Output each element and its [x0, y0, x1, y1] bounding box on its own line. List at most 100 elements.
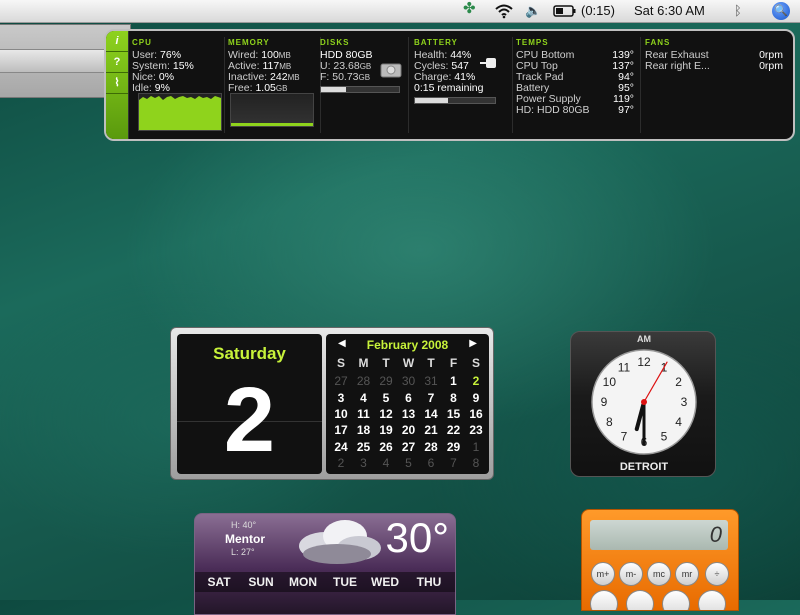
calendar-day: 2 [472, 374, 480, 389]
calendar-day: 30 [401, 374, 416, 389]
calendar-day: 21 [424, 423, 438, 438]
calculator-display: 0 [590, 520, 728, 550]
calendar-day: 6 [427, 455, 435, 470]
clock-center [641, 399, 647, 405]
wifi-icon[interactable] [494, 3, 514, 19]
battery-section: BATTERY Health: 44% Cycles: 547 Charge: … [414, 37, 513, 133]
istat-widget[interactable]: i ? ⌇ CPU User: 76% System: 15% Nice: 0%… [104, 29, 795, 141]
day-panel[interactable]: Saturday 2 [177, 334, 322, 474]
weekday-header: T [427, 356, 435, 370]
help-button[interactable]: ? [106, 52, 128, 73]
calendar-day: 4 [360, 390, 367, 405]
calendar-day: 13 [401, 406, 416, 421]
month-title: February 2008 [366, 338, 449, 352]
memory-clear-button[interactable]: mc [647, 562, 671, 586]
cloud-icon [299, 520, 381, 564]
low-temp: L: 27° [231, 547, 255, 557]
leaf-icon[interactable]: ✤ [463, 1, 476, 17]
calc-key[interactable] [626, 590, 654, 610]
calendar-day: 11 [357, 406, 370, 421]
calendar-day: 1 [450, 374, 457, 389]
memory-add-button[interactable]: m+ [591, 562, 615, 586]
disk-usage-bar [320, 86, 400, 93]
calendar-day: 15 [446, 406, 461, 421]
temps-section: TEMPS CPU Bottom 139° CPU Top 137° Track P… [516, 37, 641, 133]
calculator-widget[interactable]: 0 m+ m- mc mr ÷ [581, 509, 739, 611]
next-month-icon[interactable]: ▶ [469, 338, 477, 349]
disks-section: DISKS HDD 80GB U: 23.68GB F: 50.73GB [320, 37, 409, 133]
calendar-day: 28 [356, 374, 371, 389]
hard-drive-icon [380, 63, 402, 78]
weekday-header: W [402, 356, 415, 370]
temp-row: HD: HDD 80GB 97° [516, 104, 634, 116]
clock-numeral: 4 [675, 415, 682, 429]
clock-widget[interactable]: AM 121234567891011 DETROIT [570, 331, 716, 477]
clock-numeral: 5 [661, 430, 668, 444]
forecast-day: WED [371, 575, 399, 589]
calendar-day: 4 [382, 455, 390, 470]
calendar-day: 28 [424, 439, 438, 454]
clock-numeral: 11 [618, 360, 631, 374]
clock-numeral: 9 [601, 395, 608, 409]
calc-key[interactable] [590, 590, 618, 610]
calendar-day: 7 [450, 455, 457, 470]
clock-face: 121234567891011 [591, 349, 697, 455]
memory-graph [230, 93, 314, 127]
clock-numeral: 10 [603, 375, 617, 389]
battery-icon[interactable] [553, 5, 577, 21]
calendar-day: 1 [472, 439, 480, 454]
pulse-icon[interactable]: ⌇ [106, 73, 128, 94]
memory-recall-button[interactable]: mr [675, 562, 699, 586]
calendar-day: 5 [405, 455, 412, 470]
fans-section: FANS Rear Exhaust 0rpm Rear right E... 0rp… [645, 37, 789, 133]
calendar-widget[interactable]: Saturday 2 ◀ February 2008 ▶ S M T W T F S 27 28… [170, 327, 494, 480]
divide-button[interactable]: ÷ [705, 562, 729, 586]
menu-bar: ✤ 🔈 (0:15) Sat 6:30 AM ᛒ 🔍 [0, 0, 800, 23]
forecast-day: SAT [207, 575, 231, 589]
calendar-day: 12 [379, 406, 393, 421]
calc-key[interactable] [698, 590, 726, 610]
calendar-day: 7 [427, 390, 435, 405]
info-button[interactable]: i [106, 31, 128, 52]
weekday-header: S [471, 356, 480, 370]
calendar-day: 2 [337, 455, 345, 470]
clock-numeral: 2 [675, 375, 682, 389]
memory-subtract-button[interactable]: m- [619, 562, 643, 586]
clock-numeral: 3 [681, 395, 688, 409]
weekday-header: M [358, 356, 369, 370]
day-name: Saturday [213, 344, 286, 363]
calendar-day: 27 [334, 374, 348, 389]
calc-key[interactable] [662, 590, 690, 610]
battery-title: BATTERY [414, 38, 458, 47]
cpu-title: CPU [132, 38, 152, 47]
calendar-day: 31 [424, 374, 438, 389]
disks-title: DISKS [320, 38, 350, 47]
calendar-day: 16 [469, 406, 483, 421]
calendar-day: 20 [401, 423, 416, 438]
high-temp: H: 40° [231, 520, 257, 530]
current-temp: 30° [385, 514, 449, 561]
battery-remaining: 0:15 remaining [414, 82, 484, 94]
fan-row: Rear right E... 0rpm [645, 60, 783, 72]
calendar-day: 8 [472, 455, 480, 470]
calendar-day: 19 [379, 423, 393, 438]
spotlight-icon[interactable]: 🔍 [772, 2, 790, 20]
calendar-day: 8 [450, 390, 457, 405]
calendar-day: 18 [356, 423, 371, 438]
calendar-day: 10 [334, 406, 348, 421]
calendar-day: 3 [337, 390, 345, 405]
calendar-day: 14 [424, 406, 438, 421]
calendar-day: 9 [472, 390, 480, 405]
window-toolbar [0, 49, 111, 73]
menubar-clock[interactable]: Sat 6:30 AM [634, 3, 705, 19]
forecast-days: SAT SUN MON TUE WED THU [195, 572, 455, 592]
day-number: 2 [223, 369, 276, 471]
calendar-day: 29 [379, 374, 393, 389]
weekday-header: S [336, 356, 345, 370]
battery-time[interactable]: (0:15) [581, 3, 615, 19]
forecast-day: MON [289, 575, 317, 589]
calendar-day: 5 [382, 390, 390, 405]
bluetooth-icon[interactable]: ᛒ [734, 3, 742, 19]
volume-icon[interactable]: 🔈 [525, 3, 541, 19]
calendar-day: 29 [446, 439, 461, 454]
